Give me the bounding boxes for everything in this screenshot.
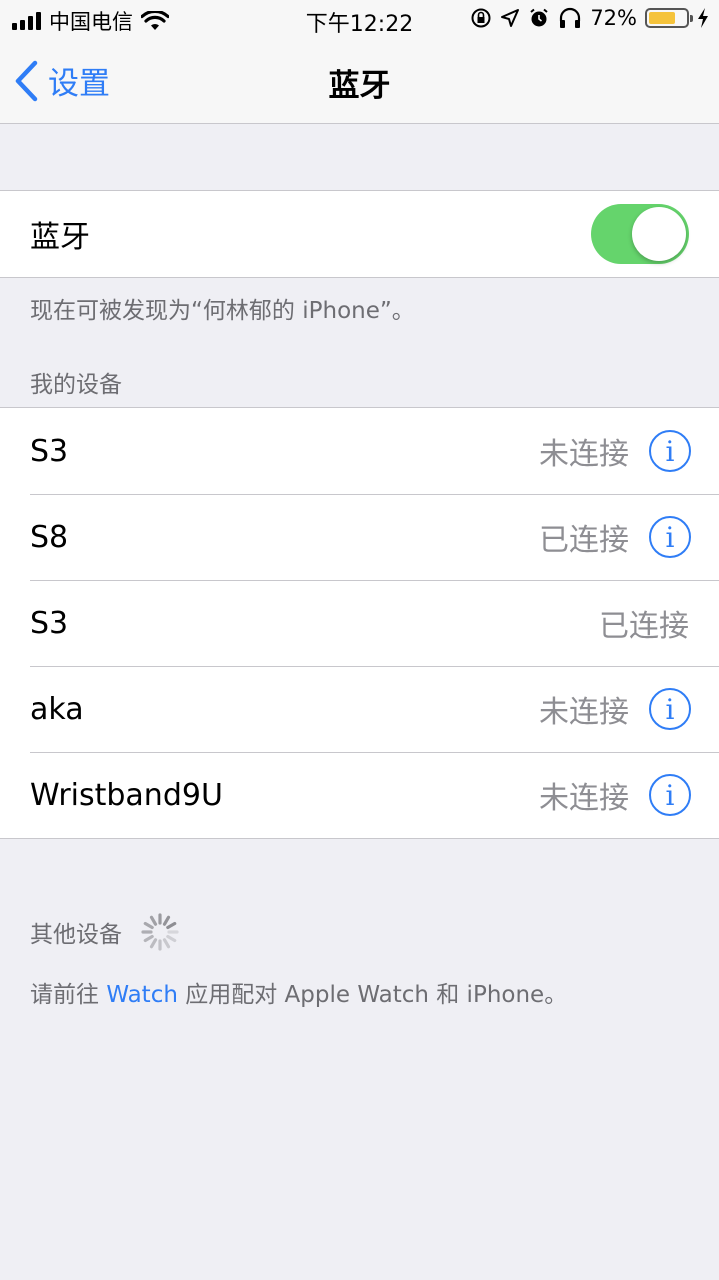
spinner-spoke — [149, 915, 158, 926]
footer-suffix: 应用配对 Apple Watch 和 iPhone。 — [177, 982, 568, 1008]
page-title: 蓝牙 — [328, 68, 391, 104]
headphones-icon — [560, 7, 581, 28]
bluetooth-toggle-group: 蓝牙 — [0, 190, 719, 278]
info-icon[interactable]: i — [649, 688, 691, 730]
orientation-lock-icon — [471, 8, 491, 28]
info-icon[interactable]: i — [649, 430, 691, 472]
spinner-spoke — [166, 934, 177, 943]
watch-pairing-note: 请前往 Watch 应用配对 Apple Watch 和 iPhone。 — [30, 975, 567, 1009]
toggle-knob — [632, 207, 686, 261]
footer-prefix: 请前往 — [30, 982, 107, 1008]
device-row[interactable]: S8 已连接 i — [0, 494, 719, 580]
device-status: 未连接 — [539, 781, 629, 816]
my-devices-list: S3 未连接 i S8 已连接 i S3 已连接 aka 未连接 i Wristband9U 未连接 i — [0, 407, 719, 839]
alarm-icon — [530, 8, 548, 27]
device-status: 未连接 — [539, 695, 629, 730]
location-icon — [501, 9, 520, 27]
device-name: S3 — [30, 605, 69, 641]
navigation-bar: 设置 蓝牙 — [0, 40, 719, 124]
battery-icon — [645, 8, 693, 28]
device-status: 已连接 — [539, 523, 629, 558]
spinner-spoke — [149, 938, 158, 949]
battery-fill — [649, 12, 675, 24]
status-bar: 中国电信 下午12:22 72% — [0, 0, 719, 40]
spinner-spoke — [166, 921, 177, 930]
spinner-spoke — [143, 934, 154, 943]
loading-spinner-icon — [141, 913, 179, 951]
spinner-spoke — [143, 921, 154, 930]
watch-app-link[interactable]: Watch — [106, 982, 178, 1008]
device-row[interactable]: Wristband9U 未连接 i — [0, 752, 719, 838]
device-row[interactable]: S3 已连接 — [0, 580, 719, 666]
device-name: S8 — [30, 519, 69, 555]
info-icon[interactable]: i — [649, 774, 691, 816]
device-name: Wristband9U — [30, 777, 223, 813]
device-row[interactable]: aka 未连接 i — [0, 666, 719, 752]
info-icon[interactable]: i — [649, 516, 691, 558]
device-status: 已连接 — [599, 609, 689, 644]
device-name: aka — [30, 691, 84, 727]
bluetooth-toggle-row: 蓝牙 — [0, 191, 719, 277]
bluetooth-toggle[interactable] — [591, 204, 689, 264]
status-right: 72% — [470, 6, 709, 30]
other-devices-header: 其他设备 — [30, 922, 122, 948]
my-devices-header: 我的设备 — [30, 372, 122, 398]
spinner-spoke — [162, 938, 171, 949]
charging-bolt-icon — [698, 8, 708, 28]
discoverable-note: 现在可被发现为“何林郁的 iPhone”。 — [30, 298, 415, 324]
spinner-spoke — [162, 915, 171, 926]
device-row[interactable]: S3 未连接 i — [0, 408, 719, 494]
device-status: 未连接 — [539, 437, 629, 472]
other-devices-header-row: 其他设备 — [30, 912, 180, 952]
battery-percentage: 72% — [590, 6, 637, 30]
device-name: S3 — [30, 433, 69, 469]
